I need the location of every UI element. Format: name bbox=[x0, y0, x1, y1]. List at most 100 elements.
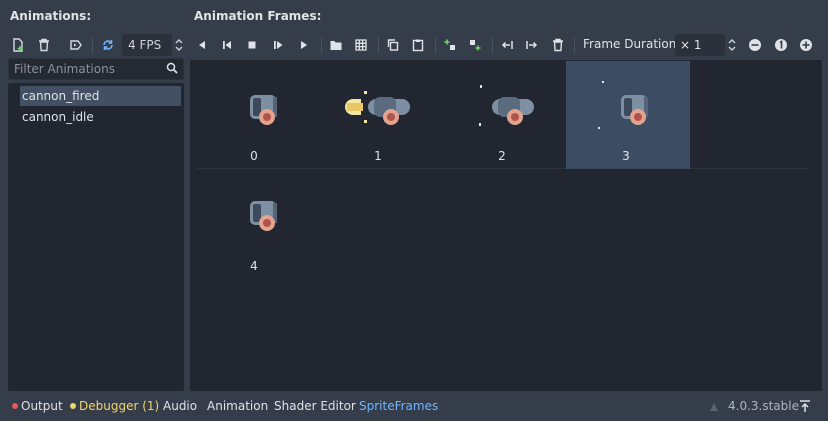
zoom-in-icon bbox=[800, 39, 812, 51]
frame-duration-label: Frame Duration: bbox=[583, 37, 681, 51]
zoom-reset-button[interactable] bbox=[771, 35, 791, 55]
warning-dot-icon bbox=[70, 403, 76, 409]
frame-cell-4[interactable]: 4 bbox=[194, 175, 318, 283]
cannon-frame-thumbnail bbox=[463, 85, 534, 126]
frame-cell-1[interactable]: 1 bbox=[318, 61, 442, 169]
move-left-icon bbox=[501, 41, 513, 49]
spin-arrows-icon bbox=[728, 39, 736, 51]
insert-before-icon bbox=[444, 39, 455, 50]
toolbar-separator bbox=[574, 37, 575, 53]
frame-index-label: 1 bbox=[374, 149, 382, 163]
stop-icon bbox=[248, 41, 256, 49]
delete-icon bbox=[553, 38, 563, 52]
play-backward-from-end-button[interactable] bbox=[217, 35, 237, 55]
toolbar-separator bbox=[435, 37, 436, 53]
trash-icon bbox=[39, 38, 49, 52]
autoplay-button[interactable] bbox=[66, 35, 86, 55]
search-icon bbox=[166, 62, 178, 74]
frames-toolbar: Frame Duration: × 1 bbox=[190, 33, 822, 57]
cannon-frame-thumbnail bbox=[588, 81, 648, 129]
stop-button[interactable] bbox=[242, 35, 262, 55]
tab-audio[interactable]: Audio bbox=[163, 399, 197, 413]
frame-cell-0[interactable]: 0 bbox=[194, 61, 318, 169]
play-button[interactable] bbox=[294, 35, 314, 55]
move-frame-left-button[interactable] bbox=[497, 35, 517, 55]
tab-label: Audio bbox=[163, 399, 198, 413]
sprite-frames-editor: Animations: Animation Frames: 4 FPS Filt… bbox=[0, 0, 828, 421]
delete-frame-button[interactable] bbox=[548, 35, 568, 55]
cannon-frame-thumbnail bbox=[250, 95, 277, 125]
move-frame-right-button[interactable] bbox=[522, 35, 542, 55]
animation-item-cannon-idle[interactable]: cannon_idle bbox=[20, 107, 94, 127]
delete-animation-button[interactable] bbox=[34, 35, 54, 55]
animations-header: Animations: bbox=[10, 9, 92, 23]
animation-list: cannon_fired cannon_idle bbox=[8, 83, 184, 391]
expand-panel-icon[interactable] bbox=[798, 399, 812, 413]
loop-button[interactable] bbox=[98, 35, 118, 55]
zoom-reset-icon bbox=[775, 39, 787, 51]
cannon-frame-thumbnail bbox=[345, 91, 410, 125]
cannon-frame-thumbnail bbox=[250, 201, 277, 231]
toolbar-separator bbox=[492, 37, 493, 53]
tab-label: Output bbox=[21, 399, 63, 413]
tab-animation[interactable]: Animation bbox=[207, 399, 268, 413]
play-from-start-icon bbox=[274, 41, 283, 49]
frames-grid: 0 1 2 3 4 bbox=[190, 60, 822, 391]
tab-label: Debugger (1) bbox=[79, 399, 160, 413]
insert-after-icon bbox=[470, 40, 481, 51]
zoom-out-icon bbox=[749, 39, 761, 51]
zoom-out-button[interactable] bbox=[745, 35, 765, 55]
frame-index-label: 3 bbox=[622, 149, 630, 163]
toolbar-separator bbox=[378, 37, 379, 53]
toolbar-separator bbox=[321, 37, 322, 53]
tab-label: Animation bbox=[207, 399, 269, 413]
tab-spriteframes[interactable]: SpriteFrames bbox=[359, 399, 438, 413]
toolbar-separator bbox=[92, 37, 93, 53]
frame-duration-input[interactable]: × 1 bbox=[675, 34, 725, 56]
tab-label: SpriteFrames bbox=[359, 399, 439, 413]
play-backward-icon bbox=[199, 41, 205, 49]
animations-toolbar: 4 FPS bbox=[6, 33, 186, 57]
tab-debugger[interactable]: Debugger (1) bbox=[70, 399, 159, 413]
insert-before-button[interactable] bbox=[440, 35, 460, 55]
frame-index-label: 4 bbox=[250, 259, 258, 273]
play-icon bbox=[301, 41, 307, 49]
move-right-icon bbox=[526, 41, 538, 49]
tab-output[interactable]: Output bbox=[12, 399, 63, 413]
version-label: 4.0.3.stable bbox=[728, 399, 799, 413]
filter-animations-input[interactable]: Filter Animations bbox=[8, 58, 184, 80]
frame-index-label: 2 bbox=[498, 149, 506, 163]
animation-frames-header: Animation Frames: bbox=[194, 9, 322, 23]
loop-icon bbox=[103, 40, 113, 50]
spin-arrows-icon bbox=[175, 39, 183, 51]
godot-version-icon bbox=[710, 403, 718, 411]
fps-input[interactable]: 4 FPS bbox=[122, 34, 172, 56]
new-file-icon bbox=[13, 38, 23, 52]
tab-shader-editor[interactable]: Shader Editor bbox=[274, 399, 356, 413]
bottom-panel-tabs: Output Debugger (1) Audio Animation Shad… bbox=[0, 393, 828, 421]
open-folder-icon bbox=[330, 41, 342, 50]
play-backward-from-end-icon bbox=[223, 41, 231, 49]
autoplay-icon bbox=[70, 40, 82, 50]
play-from-start-button[interactable] bbox=[268, 35, 288, 55]
paste-frame-button[interactable] bbox=[408, 35, 428, 55]
new-animation-button[interactable] bbox=[8, 35, 28, 55]
frame-cell-2[interactable]: 2 bbox=[442, 61, 566, 169]
copy-frame-button[interactable] bbox=[383, 35, 403, 55]
frame-index-label: 0 bbox=[250, 149, 258, 163]
animation-item-cannon-fired[interactable]: cannon_fired bbox=[20, 86, 181, 106]
load-sprite-sheet-button[interactable] bbox=[351, 35, 371, 55]
frame-duration-stepper[interactable] bbox=[727, 37, 737, 53]
animations-panel: 4 FPS Filter Animations cannon_fired can… bbox=[6, 33, 186, 391]
paste-icon bbox=[412, 39, 424, 52]
zoom-in-button[interactable] bbox=[796, 35, 816, 55]
frame-cell-3[interactable]: 3 bbox=[566, 61, 690, 169]
tab-label: Shader Editor bbox=[274, 399, 356, 413]
load-frames-button[interactable] bbox=[326, 35, 346, 55]
insert-after-button[interactable] bbox=[465, 35, 485, 55]
grid-icon bbox=[355, 39, 367, 51]
error-dot-icon bbox=[12, 403, 18, 409]
play-backward-button[interactable] bbox=[192, 35, 212, 55]
copy-icon bbox=[387, 39, 399, 51]
fps-stepper[interactable] bbox=[174, 37, 184, 53]
